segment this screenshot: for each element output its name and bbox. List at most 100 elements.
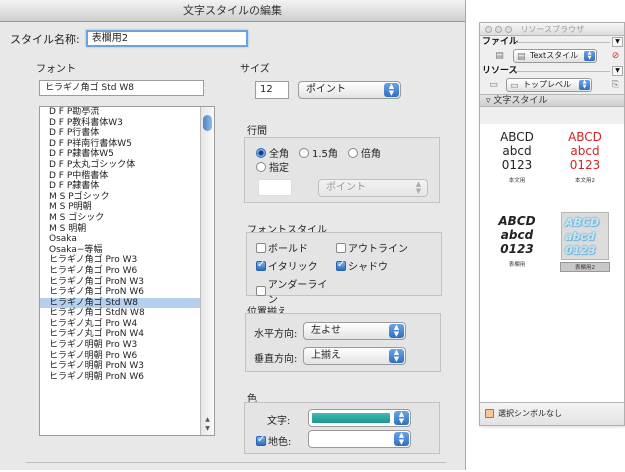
font-list-item[interactable]: D F P隷書体 <box>40 181 214 192</box>
font-list-item[interactable]: M S ゴシック <box>40 213 214 224</box>
document-icon[interactable]: ▤ <box>494 51 505 61</box>
radio-icon <box>256 161 266 172</box>
background-color-popup[interactable]: ▲ ▼ <box>308 430 411 448</box>
radio-selected-icon <box>256 147 266 158</box>
font-list-item[interactable]: D F P教科書体W3 <box>40 118 214 129</box>
font-section-label: フォント <box>36 64 76 75</box>
leading-custom-option[interactable]: 指定 <box>256 159 289 174</box>
vertical-alignment-label: 垂直方向: <box>254 354 298 365</box>
sample-lower: abcd <box>502 144 532 158</box>
background-color-checkbox[interactable]: 地色: <box>256 433 291 448</box>
resource-section-label: リソース <box>482 66 518 76</box>
font-list-item[interactable]: D F P勘亭流 <box>40 107 214 118</box>
panel-title-bar: リソースブラウザ <box>480 23 624 36</box>
style-thumbnail-plain[interactable]: ABCD abcd 0123 <box>492 130 542 174</box>
font-list-item[interactable]: M S Pゴシック <box>40 192 214 203</box>
font-list-item[interactable]: D F P中楷書体 <box>40 171 214 182</box>
style-thumbnails: ABCD abcd 0123 本文用 ABCD abcd 0123 本文用2 A… <box>480 124 624 402</box>
minimize-window-icon[interactable] <box>495 26 502 33</box>
font-list-item[interactable]: D F P祥南行書体W5 <box>40 139 214 150</box>
document-icon: ▤ <box>517 52 526 62</box>
font-list-item[interactable]: ヒラギノ明朝 Pro W6 <box>40 351 214 362</box>
zoom-window-icon[interactable] <box>505 26 512 33</box>
resource-section-menu-button[interactable]: ▼ <box>612 66 623 76</box>
scroll-thumb[interactable] <box>203 115 212 131</box>
leading-value-input[interactable] <box>258 179 292 196</box>
file-section-menu-button[interactable]: ▼ <box>612 37 623 47</box>
popup-arrows-icon: ▲ ▼ <box>384 83 399 97</box>
font-list-item[interactable]: ヒラギノ角ゴ StdN W8 <box>40 308 214 319</box>
font-list-item[interactable]: ヒラギノ丸ゴ Pro W4 <box>40 319 214 330</box>
leading-unit-popup[interactable]: ポイント ▲ ▼ <box>318 179 428 197</box>
style-thumbnail-red[interactable]: ABCD abcd 0123 <box>560 130 610 174</box>
popup-arrows-icon: ▲ ▼ <box>389 324 404 338</box>
panel-title: リソースブラウザ <box>520 25 585 34</box>
font-list-item[interactable]: M S 明朝 <box>40 224 214 235</box>
font-list-item[interactable]: ヒラギノ角ゴ Pro W3 <box>40 255 214 266</box>
close-window-icon[interactable] <box>485 26 492 33</box>
style-thumbnail-bold-italic[interactable]: ABCD abcd 0123 <box>492 214 542 258</box>
popup-arrows-icon: ▲ ▼ <box>389 349 404 363</box>
sample-digits: 0123 <box>500 242 534 256</box>
resource-popup[interactable]: ▭ トップレベル ▲ ▼ <box>506 78 592 92</box>
shadow-checkbox[interactable]: シャドウ <box>336 258 426 273</box>
text-color-swatch <box>312 413 390 423</box>
size-section-label: サイズ <box>240 64 270 75</box>
style-thumbnail-shadow-selected[interactable]: ABCD abcd 0123 <box>561 212 609 260</box>
folder-icon: ▭ <box>510 81 519 91</box>
leading-double-option[interactable]: 倍角 <box>347 145 381 160</box>
font-list-item[interactable]: ヒラギノ明朝 ProN W3 <box>40 361 214 372</box>
font-list-item[interactable]: D F P太丸ゴシック体 <box>40 160 214 171</box>
scroll-down-arrow-icon[interactable]: ▼ <box>201 425 214 432</box>
scroll-up-arrow-icon[interactable]: ▲ <box>201 416 214 423</box>
resource-section-header: リソース ▼ <box>480 65 624 77</box>
font-list-item[interactable]: ヒラギノ丸ゴ ProN W4 <box>40 329 214 340</box>
checkbox-icon <box>256 242 266 253</box>
font-list-item[interactable]: M S P明朝 <box>40 202 214 213</box>
radio-icon <box>299 147 309 158</box>
outline-checkbox[interactable]: アウトライン <box>336 240 426 255</box>
leading-full-option[interactable]: 全角 <box>256 145 289 160</box>
style-caption: 表欄用 <box>508 262 526 268</box>
style-name-label: スタイル名称: <box>10 32 80 46</box>
size-unit-popup[interactable]: ポイント ▲ ▼ <box>298 81 401 99</box>
file-section-header: ファイル ▼ <box>480 36 624 48</box>
vertical-alignment-popup[interactable]: 上揃え ▲ ▼ <box>303 347 406 365</box>
font-list-item[interactable]: ヒラギノ角ゴ ProN W6 <box>40 287 214 298</box>
sample-upper: ABCD <box>565 216 600 229</box>
style-caption: 本文用 <box>508 178 526 184</box>
font-list-item[interactable]: Osaka <box>40 234 214 245</box>
font-list-scrollbar[interactable]: ▲ ▼ <box>200 107 214 435</box>
file-popup[interactable]: ▤ Textスタイル ▲ ▼ <box>513 49 597 63</box>
leading-custom-label: 指定 <box>269 163 289 174</box>
font-list-item[interactable]: ヒラギノ角ゴ ProN W3 <box>40 277 214 288</box>
new-folder-icon[interactable]: ⎘ <box>610 80 621 90</box>
sample-upper: ABCD <box>568 130 602 144</box>
font-list-item[interactable]: ヒラギノ明朝 ProN W6 <box>40 372 214 383</box>
underline-checkbox[interactable]: アンダーライン <box>256 276 336 306</box>
italic-checkbox[interactable]: イタリック <box>256 258 336 273</box>
horizontal-alignment-popup[interactable]: 左よせ ▲ ▼ <box>303 322 406 340</box>
font-list-item[interactable]: D F P隷書体W5 <box>40 149 214 160</box>
font-list-item[interactable]: ヒラギノ明朝 Pro W3 <box>40 340 214 351</box>
edit-text-style-dialog: 文字スタイルの編集 スタイル名称: 表欄用2 フォント ヒラギノ角ゴ Std W… <box>0 0 466 470</box>
font-list-item[interactable]: ヒラギノ角ゴ Pro W6 <box>40 266 214 277</box>
refresh-icon[interactable]: ⊘ <box>610 51 621 61</box>
sample-upper: ABCD <box>500 130 534 144</box>
font-list-item[interactable]: D F P行書体 <box>40 128 214 139</box>
style-name-input[interactable]: 表欄用2 <box>85 30 248 47</box>
leading-one-half-option[interactable]: 1.5角 <box>299 145 338 160</box>
font-list[interactable]: D F P勘亭流 D F P教科書体W3 D F P行書体 D F P祥南行書体W5 D… <box>39 106 215 436</box>
outline-label: アウトライン <box>348 244 408 255</box>
bold-checkbox[interactable]: ボールド <box>256 240 336 255</box>
text-color-popup[interactable]: ▲ ▼ <box>308 409 411 427</box>
font-list-item[interactable]: Osaka−等幅 <box>40 245 214 256</box>
size-input[interactable]: 12 <box>255 81 289 99</box>
resource-list-header[interactable]: ▿ 文字スタイル <box>480 94 624 107</box>
font-list-item-selected[interactable]: ヒラギノ角ゴ Std W8 <box>40 297 214 309</box>
section-divider <box>516 71 610 72</box>
text-color-label: 文字: <box>267 416 291 427</box>
disclosure-triangle-icon[interactable]: ▿ <box>486 96 491 106</box>
folder-icon[interactable]: ▭ <box>488 80 499 90</box>
font-name-field[interactable]: ヒラギノ角ゴ Std W8 <box>39 80 204 96</box>
